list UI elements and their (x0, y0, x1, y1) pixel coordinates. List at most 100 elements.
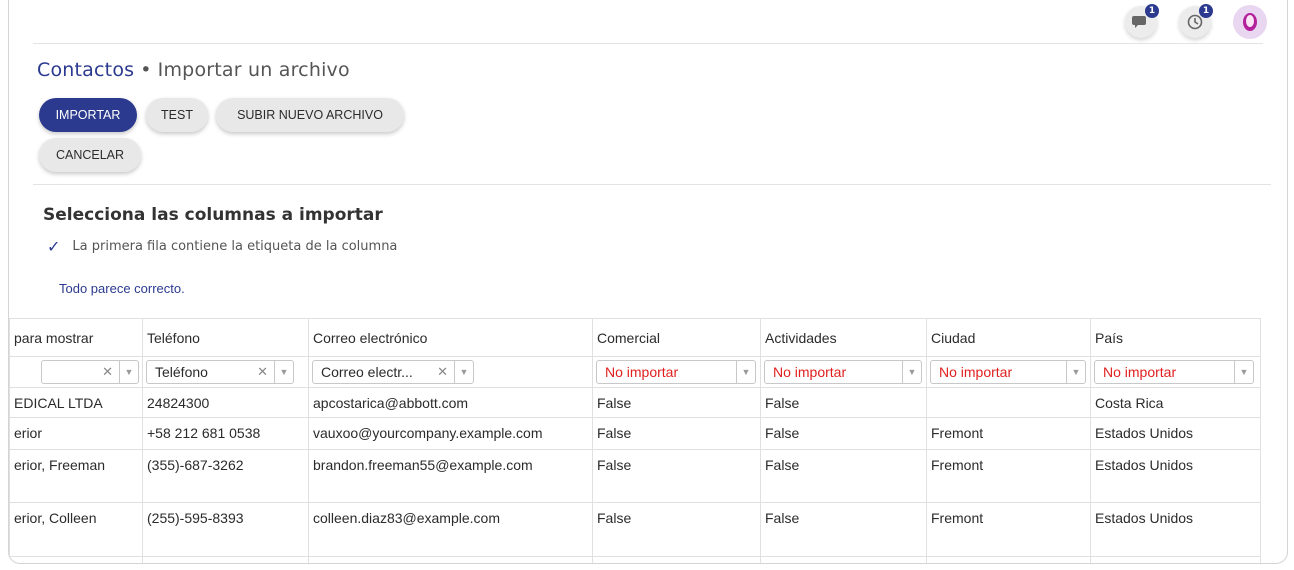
table-cell: colleen.diaz83@example.com (308, 502, 593, 557)
table-cell: erior, Colleen (9, 502, 143, 557)
test-button[interactable]: TEST (146, 98, 208, 132)
table-cell (9, 556, 143, 563)
table-cell: False (760, 417, 927, 450)
column-header: Ciudad (926, 318, 1091, 357)
mapping-value: Teléfono (155, 364, 208, 380)
column-header: para mostrar (9, 318, 143, 357)
dropdown-arrow-icon[interactable]: ▼ (119, 361, 138, 383)
mapping-value: Correo electr... (321, 364, 413, 380)
table-cell: Fremont (926, 417, 1091, 450)
table-cell: erior, Freeman (9, 449, 143, 503)
table-cell: brandon.freeman55@example.com (308, 449, 593, 503)
breadcrumb-separator: • (140, 59, 152, 81)
table-header-row: para mostrar Teléfono Correo electrónico… (9, 318, 1261, 357)
column-header: Correo electrónico (308, 318, 593, 357)
dropdown-arrow-icon[interactable]: ▼ (1234, 361, 1253, 383)
column-mapping-select[interactable]: Correo electr... ✕ ▼ (312, 360, 474, 384)
mapping-cell: No importar ▼ (592, 356, 761, 388)
chat-icon[interactable]: 1 (1125, 4, 1159, 38)
header-row-option-label: La primera fila contiene la etiqueta de … (72, 239, 398, 254)
table-cell (1090, 556, 1261, 563)
table-cell: Estados Unidos (1090, 449, 1261, 503)
activity-clock-icon[interactable]: 1 (1179, 4, 1213, 38)
chat-badge: 1 (1145, 4, 1159, 18)
mapping-cell: Correo electr... ✕ ▼ (308, 356, 593, 388)
app-frame: 1 1 Contactos • Importar un archivo IMPORT… (8, 0, 1288, 564)
checkmark-icon: ✓ (47, 237, 61, 256)
mapping-cell: No importar ▼ (926, 356, 1091, 388)
table-row: erior, Colleen (255)-595-8393 colleen.di… (9, 502, 1261, 557)
table-cell: 24824300 (142, 387, 309, 418)
mapping-cell: No importar ▼ (760, 356, 927, 388)
avatar-icon (1243, 13, 1257, 31)
top-icons: 1 1 (1125, 4, 1267, 39)
table-row: erior, Freeman (355)-687-3262 brandon.fr… (9, 449, 1261, 503)
column-header: País (1090, 318, 1261, 357)
table-cell (592, 556, 761, 563)
column-header: Actividades (760, 318, 927, 357)
table-cell: EDICAL LTDA (9, 387, 143, 418)
upload-new-file-button[interactable]: SUBIR NUEVO ARCHIVO (216, 98, 404, 132)
breadcrumb: Contactos • Importar un archivo (37, 59, 350, 81)
table-cell: False (592, 387, 761, 418)
table-cell: False (592, 502, 761, 557)
breadcrumb-current: Importar un archivo (157, 59, 350, 81)
breadcrumb-contactos-link[interactable]: Contactos (37, 59, 134, 81)
dropdown-arrow-icon[interactable]: ▼ (902, 361, 921, 383)
table-cell: Costa Rica (1090, 387, 1261, 418)
dropdown-arrow-icon[interactable]: ▼ (1066, 361, 1085, 383)
dropdown-arrow-icon[interactable]: ▼ (736, 361, 755, 383)
table-cell: Fremont (926, 449, 1091, 503)
mapping-cell: Teléfono ✕ ▼ (142, 356, 309, 388)
clear-icon[interactable]: ✕ (431, 364, 454, 380)
table-cell: (255)-595-8393 (142, 502, 309, 557)
table-cell: False (592, 417, 761, 450)
column-mapping-select[interactable]: No importar ▼ (1094, 360, 1254, 384)
column-header: Teléfono (142, 318, 309, 357)
table-cell: False (760, 502, 927, 557)
mapping-cell: No importar ▼ (1090, 356, 1261, 388)
user-avatar[interactable] (1233, 5, 1267, 39)
table-row: ( ) (9, 556, 1261, 563)
column-mapping-select[interactable]: No importar ▼ (596, 360, 756, 384)
header-row-option[interactable]: ✓ La primera fila contiene la etiqueta d… (47, 237, 397, 256)
table-row: erior +58 212 681 0538 vauxoo@yourcompan… (9, 417, 1261, 450)
table-cell: +58 212 681 0538 (142, 417, 309, 450)
mapping-value: No importar (773, 364, 847, 380)
mapping-value: No importar (605, 364, 679, 380)
column-mapping-row: ✕ ▼ Teléfono ✕ ▼ Correo electr... ✕ ▼ No im… (9, 356, 1261, 388)
clear-icon[interactable]: ✕ (251, 364, 274, 380)
table-cell (926, 387, 1091, 418)
table-cell: False (760, 387, 927, 418)
column-mapping-select[interactable]: ✕ ▼ (41, 360, 139, 384)
table-cell: ( ) (142, 556, 309, 563)
column-header: Comercial (592, 318, 761, 357)
table-cell: Estados Unidos (1090, 502, 1261, 557)
column-mapping-select[interactable]: No importar ▼ (930, 360, 1086, 384)
clear-icon[interactable]: ✕ (96, 364, 119, 380)
table-cell: apcostarica@abbott.com (308, 387, 593, 418)
table-cell: (355)-687-3262 (142, 449, 309, 503)
table-cell: Estados Unidos (1090, 417, 1261, 450)
table-row: EDICAL LTDA 24824300 apcostarica@abbott.… (9, 387, 1261, 418)
column-mapping-select[interactable]: No importar ▼ (764, 360, 922, 384)
activity-badge: 1 (1199, 4, 1213, 18)
mapping-value: No importar (939, 364, 1013, 380)
section-title: Selecciona las columnas a importar (43, 205, 383, 225)
column-mapping-select[interactable]: Teléfono ✕ ▼ (146, 360, 294, 384)
table-cell (308, 556, 593, 563)
dropdown-arrow-icon[interactable]: ▼ (274, 361, 293, 383)
table-cell: False (760, 449, 927, 503)
table-cell: False (592, 449, 761, 503)
validation-status: Todo parece correcto. (59, 281, 185, 296)
cancel-button[interactable]: CANCELAR (39, 138, 141, 172)
import-button[interactable]: IMPORTAR (39, 98, 137, 132)
table-cell (760, 556, 927, 563)
import-preview-table: para mostrar Teléfono Correo electrónico… (9, 318, 1261, 563)
dropdown-arrow-icon[interactable]: ▼ (454, 361, 473, 383)
table-cell (926, 556, 1091, 563)
table-cell: vauxoo@yourcompany.example.com (308, 417, 593, 450)
section-divider (33, 184, 1271, 185)
top-bar (33, 0, 1263, 44)
table-cell: erior (9, 417, 143, 450)
